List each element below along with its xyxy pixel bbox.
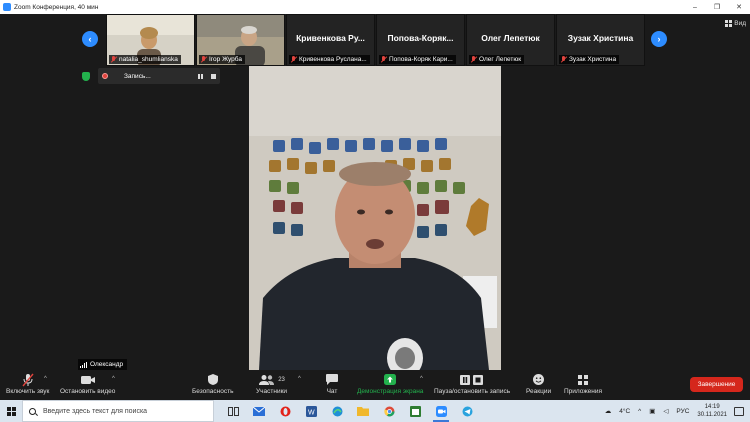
recording-indicator: Запись... bbox=[82, 68, 220, 84]
participant-label: Зузак Христина bbox=[559, 55, 620, 64]
encryption-shield-icon[interactable] bbox=[82, 71, 90, 81]
speaker-video-frame bbox=[249, 66, 501, 370]
view-button[interactable]: Вид bbox=[725, 20, 746, 27]
speaker-volume-icon[interactable]: ◁ bbox=[663, 407, 668, 415]
participant-tile[interactable]: Кривенкова Ру... Кривенкова Руслана... bbox=[286, 14, 375, 66]
opera-icon[interactable] bbox=[272, 400, 298, 422]
recording-dot-icon bbox=[102, 73, 108, 79]
apps-button[interactable]: Приложения bbox=[564, 372, 602, 395]
pause-stop-icon bbox=[459, 372, 485, 387]
participant-name: Зузак Христина bbox=[567, 33, 634, 43]
participants-icon: 23 bbox=[258, 372, 285, 387]
search-icon bbox=[29, 407, 36, 415]
close-button[interactable]: ✕ bbox=[728, 0, 750, 14]
mic-muted-icon bbox=[200, 56, 207, 63]
maximize-button[interactable]: ❐ bbox=[706, 0, 728, 14]
input-language[interactable]: РУС bbox=[676, 408, 689, 415]
participant-label: natalia_shumlianska bbox=[109, 55, 181, 64]
pause-stop-recording-button[interactable]: Пауза/остановить запись bbox=[434, 372, 510, 395]
participants-count: 23 bbox=[278, 376, 285, 383]
participant-name: Кривенкова Ру... bbox=[296, 33, 365, 43]
chevron-up-icon[interactable]: ^ bbox=[298, 376, 301, 382]
window-controls: – ❐ ✕ bbox=[684, 0, 750, 14]
apps-icon bbox=[577, 372, 589, 387]
windows-taskbar: Введите здесь текст для поиска W ☁ 4°C ^… bbox=[0, 400, 750, 422]
mic-off-icon bbox=[22, 372, 34, 387]
shield-icon bbox=[207, 372, 219, 387]
store-icon[interactable] bbox=[402, 400, 428, 422]
taskbar-apps: W bbox=[220, 400, 480, 422]
gallery-strip: ‹ natalia_shumlianska Ігор Журба Кривенк… bbox=[0, 14, 750, 66]
participant-tile[interactable]: Зузак Христина Зузак Христина bbox=[556, 14, 645, 66]
taskbar-search-input[interactable]: Введите здесь текст для поиска bbox=[22, 400, 214, 422]
participants-button[interactable]: 23 Участники bbox=[256, 372, 287, 395]
reactions-button[interactable]: Реакции bbox=[526, 372, 551, 395]
active-speaker-label: Олександр bbox=[78, 359, 128, 370]
chevron-right-icon[interactable]: › bbox=[651, 31, 667, 47]
notifications-icon[interactable] bbox=[734, 406, 744, 416]
participant-label: Ігор Журба bbox=[199, 55, 245, 64]
chevron-up-icon[interactable]: ^ bbox=[420, 376, 423, 382]
window-title: Zoom Конференция, 40 мин bbox=[14, 3, 99, 11]
mic-muted-icon bbox=[560, 56, 567, 63]
word-icon[interactable]: W bbox=[298, 400, 324, 422]
participant-name: Олег Лепетюк bbox=[481, 33, 540, 43]
stop-recording-icon[interactable] bbox=[211, 73, 216, 79]
participant-name: Попова-Коряк... bbox=[387, 33, 454, 43]
mail-icon[interactable] bbox=[246, 400, 272, 422]
participant-label: Олег Лепетюк bbox=[469, 55, 525, 64]
weather-temperature[interactable]: 4°C bbox=[619, 408, 630, 415]
chat-icon bbox=[325, 372, 339, 387]
pause-recording-icon[interactable] bbox=[198, 73, 203, 79]
zoom-window: Zoom Конференция, 40 мин – ❐ ✕ ‹ natalia… bbox=[0, 0, 750, 422]
meeting-area: ‹ natalia_shumlianska Ігор Журба Кривенк… bbox=[0, 14, 750, 370]
chrome-icon[interactable] bbox=[376, 400, 402, 422]
weather-cloud-icon[interactable]: ☁ bbox=[605, 407, 612, 415]
mic-muted-icon bbox=[110, 56, 117, 63]
grid-view-icon bbox=[725, 20, 733, 27]
participant-tile[interactable]: Ігор Журба bbox=[196, 14, 285, 66]
recording-pill: Запись... bbox=[98, 68, 220, 84]
mic-muted-icon bbox=[290, 56, 297, 63]
mic-muted-icon bbox=[380, 56, 387, 63]
chevron-up-icon[interactable]: ^ bbox=[638, 408, 641, 415]
title-bar: Zoom Конференция, 40 мин – ❐ ✕ bbox=[0, 0, 750, 14]
system-tray: ☁ 4°C ^ ▣ ◁ РУС 14:19 30.11.2021 bbox=[601, 400, 750, 422]
mic-muted-icon bbox=[470, 56, 477, 63]
share-screen-button[interactable]: Демонстрация экрана bbox=[357, 372, 423, 395]
chevron-left-icon[interactable]: ‹ bbox=[82, 31, 98, 47]
chevron-up-icon[interactable]: ^ bbox=[112, 376, 115, 382]
telegram-icon[interactable] bbox=[454, 400, 480, 422]
stop-video-button[interactable]: Остановить видео bbox=[60, 372, 115, 395]
folder-icon[interactable] bbox=[350, 400, 376, 422]
meeting-toolbar: Включить звук ^ Остановить видео ^ Безоп… bbox=[0, 370, 750, 400]
participant-tile[interactable]: Попова-Коряк... Попова-Коряк Кари... bbox=[376, 14, 465, 66]
edge-icon[interactable] bbox=[324, 400, 350, 422]
system-clock[interactable]: 14:19 30.11.2021 bbox=[697, 403, 727, 419]
end-meeting-button[interactable]: Завершение bbox=[690, 377, 743, 392]
windows-start-icon[interactable] bbox=[0, 400, 22, 422]
participant-tile[interactable]: Олег Лепетюк Олег Лепетюк bbox=[466, 14, 555, 66]
participant-label: Попова-Коряк Кари... bbox=[379, 55, 456, 64]
video-camera-icon bbox=[80, 372, 96, 387]
smiley-icon bbox=[532, 372, 545, 387]
svg-text:W: W bbox=[308, 409, 315, 416]
active-speaker-video bbox=[249, 66, 501, 370]
chat-button[interactable]: Чат bbox=[325, 372, 339, 395]
participant-label: Кривенкова Руслана... bbox=[289, 55, 370, 64]
chevron-up-icon[interactable]: ^ bbox=[44, 376, 47, 382]
signal-strength-icon bbox=[80, 361, 87, 368]
unmute-button[interactable]: Включить звук bbox=[6, 372, 49, 395]
network-icon[interactable]: ▣ bbox=[649, 407, 655, 415]
share-screen-icon bbox=[383, 372, 397, 387]
task-view-icon[interactable] bbox=[220, 400, 246, 422]
zoom-app-icon[interactable] bbox=[428, 400, 454, 422]
zoom-logo-icon bbox=[3, 3, 11, 11]
minimize-button[interactable]: – bbox=[684, 0, 706, 14]
security-button[interactable]: Безопасность bbox=[192, 372, 233, 395]
participant-tile[interactable]: natalia_shumlianska bbox=[106, 14, 195, 66]
